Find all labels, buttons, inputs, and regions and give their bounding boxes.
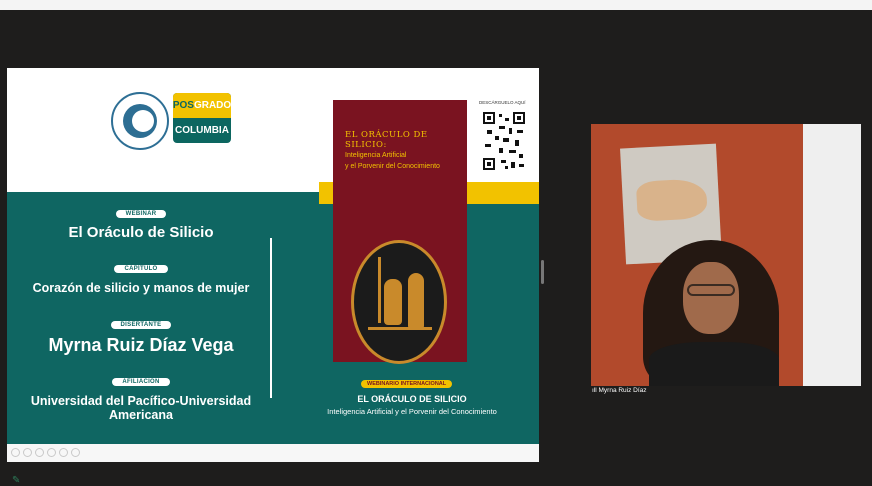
chapter-title: Corazón de silicio y manos de mujer	[32, 281, 250, 295]
logo-text-grado: GRADO	[193, 100, 231, 111]
meeting-stage: POS GRADO COLUMBIA WEBINAR El Oráculo de …	[0, 10, 872, 486]
participant-video-tile[interactable]	[591, 124, 861, 386]
book-cover: EL ORÁCULO DE SILICIO: Inteligencia Arti…	[333, 100, 467, 364]
microphone-icon[interactable]: ✎	[12, 475, 20, 486]
zoom-icon[interactable]	[59, 448, 68, 457]
affiliation-pill: AFILIACIÓN	[112, 378, 170, 386]
next-slide-icon[interactable]	[23, 448, 32, 457]
slide-bottom-strip	[7, 444, 539, 462]
prev-slide-icon[interactable]	[11, 448, 20, 457]
webinar-title: El Oráculo de Silicio	[68, 224, 214, 241]
intl-webinar-title: EL ORÁCULO DE SILICIO	[357, 394, 467, 404]
book-subtitle: Inteligencia Artificial y el Porvenir de…	[345, 150, 465, 172]
qr-label: DESCÁRGUELO AQUÍ	[479, 100, 526, 105]
slide-info-column: WEBINAR El Oráculo de Silicio CAPÍTULO C…	[7, 202, 275, 422]
eraser-icon[interactable]	[47, 448, 56, 457]
book-title: EL ORÁCULO DE SILICIO:	[345, 130, 428, 150]
participant-name-tag: ıll Myrna Ruiz Díaz	[592, 387, 647, 394]
speaker-pill: DISERTANTE	[110, 321, 172, 329]
affiliation-text: Universidad del Pacífico-Universidad Ame…	[30, 394, 252, 422]
book-subtitle-line-1: Inteligencia Artificial	[345, 152, 407, 159]
more-options-icon[interactable]	[71, 448, 80, 457]
book-subtitle-line-2: y el Porvenir del Conocimiento	[345, 163, 440, 170]
split-resize-handle[interactable]	[541, 260, 544, 284]
shared-screen: POS GRADO COLUMBIA WEBINAR El Oráculo de …	[7, 68, 539, 462]
book-cover-illustration	[351, 240, 447, 364]
logo-text-columbia: COLUMBIA	[175, 125, 229, 136]
slide-divider	[270, 238, 272, 398]
webinar-pill: WEBINAR	[115, 210, 167, 218]
window-top-strip	[0, 0, 872, 10]
speaker-name: Myrna Ruiz Díaz Vega	[48, 335, 234, 355]
participant-name: Myrna Ruiz Díaz	[598, 387, 647, 394]
participant-face	[683, 262, 739, 334]
pen-icon[interactable]	[35, 448, 44, 457]
university-seal-logo	[111, 92, 169, 150]
posgrado-columbia-logo: POS GRADO COLUMBIA	[173, 93, 231, 143]
intl-webinar-subtitle: Inteligencia Artificial y el Porvenir de…	[327, 407, 497, 416]
qr-code-icon	[481, 110, 527, 172]
slide-nav-toolbar	[11, 448, 80, 457]
intl-webinar-pill: WEBINARIO INTERNACIONAL	[361, 380, 453, 388]
chapter-pill: CAPÍTULO	[114, 265, 168, 273]
logo-text-pos: POS	[173, 100, 194, 111]
